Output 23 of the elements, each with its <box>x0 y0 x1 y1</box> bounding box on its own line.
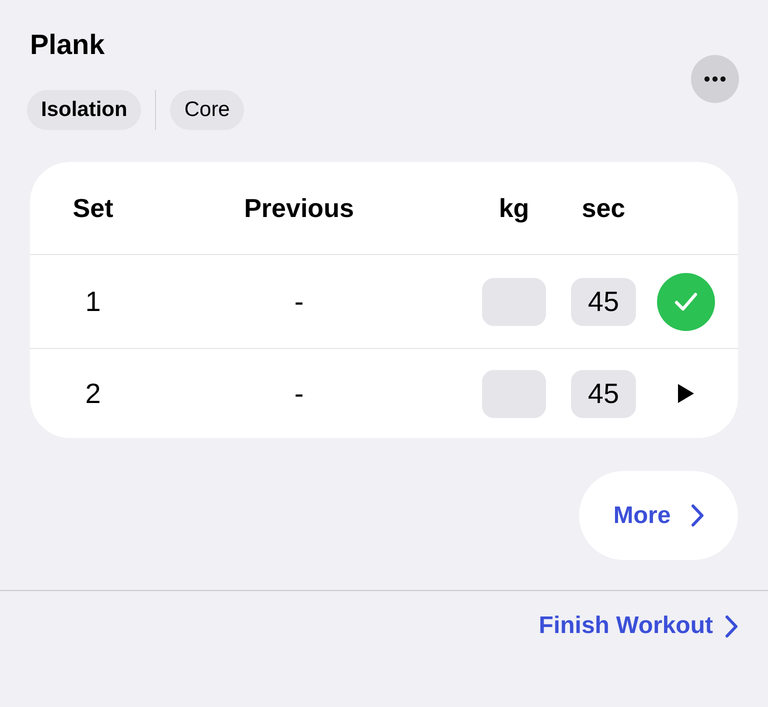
weight-field[interactable] <box>482 278 546 326</box>
tag: Core <box>170 90 244 130</box>
previous-column-header: Previous <box>243 192 355 224</box>
more-button[interactable]: More <box>579 471 738 560</box>
ellipsis-icon <box>704 76 726 82</box>
finish-workout-button[interactable]: Finish Workout <box>538 611 738 641</box>
checkmark-icon <box>674 292 698 312</box>
set-number: 1 <box>84 284 102 318</box>
tag: Isolation <box>27 90 142 130</box>
seconds-field[interactable]: 45 <box>571 370 636 418</box>
weight-field[interactable] <box>482 370 546 418</box>
set-column-header: Set <box>72 192 114 224</box>
seconds-column-header: sec <box>580 192 626 224</box>
previous-value: - <box>293 376 305 410</box>
more-options-button[interactable] <box>691 55 739 103</box>
seconds-field[interactable]: 45 <box>571 278 636 326</box>
previous-value: - <box>293 284 305 318</box>
chevron-right-icon <box>725 614 738 638</box>
chevron-right-icon <box>690 504 704 527</box>
weight-column-header: kg <box>498 192 530 224</box>
exercise-title: Plank <box>29 28 106 62</box>
play-icon <box>678 384 694 403</box>
set-number: 2 <box>84 376 102 410</box>
